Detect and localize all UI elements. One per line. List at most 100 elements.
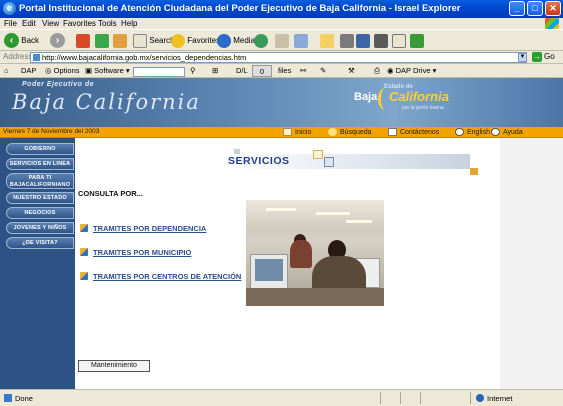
dap-search-icon[interactable]: ⚲ — [190, 65, 196, 77]
media-button[interactable]: Media — [217, 33, 255, 49]
help-icon — [491, 128, 500, 137]
back-arrow-icon: ‹ — [4, 33, 19, 49]
inicio-link[interactable]: Inicio — [283, 127, 311, 138]
dap-grid-icon[interactable]: ⊞ — [212, 65, 218, 77]
software-button[interactable]: ▣ Software ▾ — [85, 65, 130, 77]
home-button[interactable] — [113, 33, 127, 49]
nav-gobierno[interactable]: GOBIERNO — [6, 143, 74, 155]
page-icon — [33, 54, 40, 61]
search-button[interactable]: Search — [133, 33, 175, 49]
discuss-button[interactable] — [340, 33, 354, 49]
baja-california-logo[interactable]: Estado de Baja California por la gente b… — [354, 84, 449, 114]
bullet-icon — [80, 248, 88, 256]
go-button[interactable]: → Go — [532, 52, 555, 62]
close-button[interactable]: ✕ — [545, 1, 561, 16]
search-icon — [328, 128, 337, 137]
windows-logo-icon — [545, 18, 559, 29]
site-header: Poder Ejecutivo de Baja California Estad… — [0, 78, 563, 127]
plugin-icon — [410, 33, 424, 48]
nav-para-ti[interactable]: PARA TI BAJACALIFORNIANO — [6, 173, 74, 189]
forward-button[interactable]: › — [50, 33, 65, 49]
dl-label: D/L — [236, 66, 248, 75]
print-button[interactable] — [294, 33, 308, 49]
minimize-button[interactable]: _ — [509, 1, 525, 16]
edit-icon — [320, 33, 334, 48]
tool-button[interactable] — [392, 33, 406, 49]
address-dropdown-icon[interactable]: ▼ — [518, 53, 527, 62]
edit-button[interactable] — [320, 33, 334, 49]
home-icon — [113, 33, 127, 48]
maximize-button[interactable]: □ — [527, 1, 543, 16]
dap-search-field[interactable] — [133, 65, 185, 77]
section-header: SERVICIOS — [226, 154, 470, 169]
decor-square — [470, 168, 478, 175]
print-small-icon[interactable]: ⎙ — [374, 65, 380, 77]
nav-nuestro-estado[interactable]: NUESTRO ESTADO — [6, 192, 74, 204]
back-button[interactable]: ‹ Back — [4, 33, 39, 49]
window-title: Portal Institucional de Atención Ciudada… — [19, 3, 461, 14]
go-arrow-icon: → — [532, 52, 542, 62]
menu-edit[interactable]: Edit — [22, 18, 36, 29]
discuss-icon — [340, 33, 354, 48]
menu-view[interactable]: View — [42, 18, 59, 29]
address-input[interactable]: http://www.bajacalifornia.gob.mx/servici… — [30, 52, 527, 63]
links-toolbar: ⌂ DAP ◎ Options ▣ Software ▾ ⚲ ⊞ D/L 0 f… — [0, 64, 563, 78]
ie-icon: e — [3, 2, 16, 15]
home-icon — [283, 128, 292, 137]
download-count: 0 — [252, 65, 272, 77]
tramites-dependencia-link[interactable]: TRAMITES POR DEPENDENCIA — [80, 224, 206, 233]
search-icon — [133, 33, 147, 48]
security-zone: Internet — [476, 394, 512, 403]
tramites-municipio-link[interactable]: TRAMITES POR MUNICIPIO — [80, 248, 191, 257]
options-button[interactable]: ◎ Options — [45, 65, 80, 77]
nav-servicios-en-linea[interactable]: SERVICIOS EN LINEA — [6, 158, 74, 170]
mail-button[interactable] — [275, 33, 289, 49]
page-done-icon — [4, 394, 12, 402]
favorites-button[interactable]: Favorites — [171, 33, 220, 49]
history-button[interactable] — [254, 33, 268, 49]
right-margin — [500, 138, 563, 389]
status-bar: Done Internet — [0, 389, 563, 406]
tool-icon — [392, 33, 406, 48]
contactenos-link[interactable]: Contáctenos — [388, 127, 439, 138]
english-link[interactable]: English — [455, 127, 490, 138]
tramites-centros-link[interactable]: TRAMITES POR CENTROS DE ATENCIÓN — [80, 272, 241, 281]
header-subtitle: Poder Ejecutivo de — [22, 81, 95, 88]
office-photo — [246, 200, 384, 306]
mantenimiento-button[interactable]: Mantenimiento — [78, 360, 150, 372]
menu-favorites[interactable]: Favorites — [63, 18, 96, 29]
decor-square — [324, 157, 334, 167]
favorites-star-icon — [171, 33, 185, 48]
mail-icon — [275, 33, 289, 48]
plugin-button[interactable] — [410, 33, 424, 49]
forward-arrow-icon: › — [50, 33, 65, 49]
menu-help[interactable]: Help — [121, 18, 137, 29]
standard-toolbar: ‹ Back › Search Favorites Media — [0, 29, 563, 51]
header-title: Baja California — [12, 90, 201, 114]
files-label: files — [278, 66, 292, 75]
menu-bar: File Edit View Favorites Tools Help — [0, 18, 563, 29]
address-label: Address — [3, 52, 33, 61]
menu-tools[interactable]: Tools — [98, 18, 117, 29]
nav-de-visita[interactable]: ¿DE VISITA? — [6, 237, 74, 249]
dap-button[interactable]: DAP — [21, 65, 36, 77]
nav-jovenes-y-ninos[interactable]: JOVENES Y NIÑOS — [6, 222, 74, 234]
top-nav-bar: Viernes 7 de Noviembre del 2003 Inicio B… — [0, 127, 563, 138]
consulta-heading: CONSULTA POR... — [78, 189, 143, 198]
dap-drive-button[interactable]: ◉ DAP Drive ▾ — [387, 65, 436, 77]
ayuda-link[interactable]: Ayuda — [491, 127, 523, 138]
menu-file[interactable]: File — [4, 18, 17, 29]
highlight-icon[interactable]: ✎ — [320, 65, 326, 77]
tools-icon[interactable]: ⚒ — [348, 65, 355, 77]
title-bar: e Portal Institucional de Atención Ciuda… — [0, 0, 563, 18]
bullet-icon — [80, 272, 88, 280]
refresh-button[interactable] — [95, 33, 109, 49]
busqueda-link[interactable]: Búsqueda — [328, 127, 372, 138]
dap-home-icon[interactable]: ⌂ — [4, 65, 9, 77]
messenger-button[interactable] — [356, 33, 370, 49]
nav-negocios[interactable]: NEGOCIOS — [6, 207, 74, 219]
status-text: Done — [4, 394, 33, 403]
stop-button[interactable] — [76, 33, 90, 49]
binoculars-icon[interactable]: ⚯ — [300, 65, 306, 77]
research-button[interactable] — [374, 33, 388, 49]
